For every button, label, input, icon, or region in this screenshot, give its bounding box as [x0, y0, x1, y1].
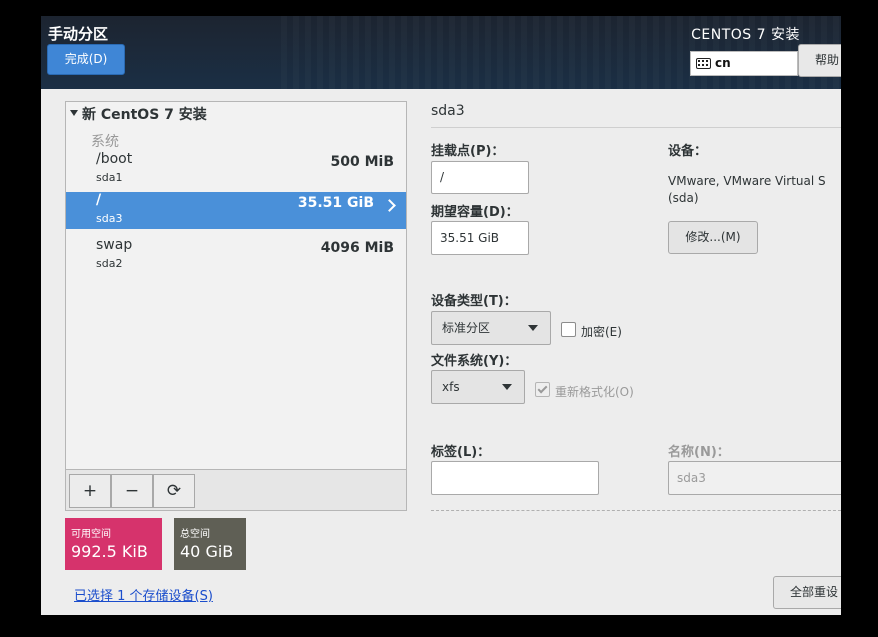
- reformat-checkbox[interactable]: [535, 382, 550, 397]
- encrypt-label[interactable]: 加密(E): [581, 323, 622, 340]
- partition-row-root[interactable]: / sda3 35.51 GiB: [66, 192, 406, 229]
- available-space-label: 可用空间: [71, 529, 111, 540]
- tag-input[interactable]: [431, 461, 599, 495]
- partition-size: 500 MiB: [330, 154, 395, 170]
- done-button[interactable]: 完成(D): [47, 44, 125, 75]
- device-description: VMware, VMware Virtual S (sda): [668, 174, 826, 205]
- chevron-down-icon: [528, 325, 538, 331]
- partition-device: sda2: [96, 257, 123, 270]
- partition-name-heading: sda3: [431, 103, 465, 119]
- mount-point-input[interactable]: /: [431, 161, 529, 194]
- installer-window: 手动分区 完成(D) CENTOS 7 安装 cn 帮助 新 CentOS 7 …: [41, 16, 841, 615]
- device-type-value: 标准分区: [442, 321, 491, 335]
- reset-all-button[interactable]: 全部重设: [773, 576, 841, 609]
- available-space-box: 可用空间 992.5 KiB: [65, 518, 162, 570]
- tree-root-label: 新 CentOS 7 安装: [82, 107, 207, 123]
- divider: [431, 127, 841, 128]
- expand-arrow-icon[interactable]: [70, 110, 78, 116]
- tag-label: 标签(L)：: [431, 445, 491, 460]
- total-space-box: 总空间 40 GiB: [174, 518, 246, 570]
- product-title: CENTOS 7 安装: [691, 27, 800, 43]
- name-label: 名称(N)：: [668, 445, 730, 460]
- partition-row-swap[interactable]: swap sda2 4096 MiB: [66, 237, 406, 274]
- header-bar: 手动分区 完成(D) CENTOS 7 安装 cn 帮助: [41, 16, 841, 89]
- total-space-label: 总空间: [180, 529, 210, 540]
- device-type-dropdown[interactable]: 标准分区: [431, 311, 551, 345]
- device-label: 设备：: [668, 144, 708, 159]
- filesystem-value: xfs: [442, 380, 460, 394]
- chevron-right-icon: [383, 199, 396, 212]
- partition-mount: /boot: [96, 151, 133, 167]
- tree-root[interactable]: 新 CentOS 7 安装: [70, 104, 207, 124]
- total-space-value: 40 GiB: [180, 542, 234, 561]
- mount-point-label: 挂载点(P)：: [431, 144, 505, 159]
- partition-size: 4096 MiB: [320, 240, 394, 256]
- refresh-button[interactable]: ⟳: [153, 474, 195, 508]
- chevron-down-icon: [502, 384, 512, 390]
- partition-toolbar: + − ⟳: [66, 469, 406, 510]
- help-button[interactable]: 帮助: [798, 44, 841, 77]
- reformat-label: 重新格式化(O): [555, 385, 634, 399]
- keyboard-layout-indicator[interactable]: cn: [690, 51, 798, 76]
- partition-device: sda3: [96, 212, 123, 225]
- add-partition-button[interactable]: +: [69, 474, 111, 508]
- page-title: 手动分区: [48, 25, 109, 43]
- device-type-label: 设备类型(T)：: [431, 294, 517, 309]
- desired-capacity-input[interactable]: 35.51 GiB: [431, 221, 529, 255]
- keyboard-icon: [696, 58, 711, 69]
- partition-device: sda1: [96, 171, 123, 184]
- partition-size: 35.51 GiB: [297, 195, 374, 211]
- available-space-value: 992.5 KiB: [71, 542, 148, 561]
- name-input: sda3: [668, 461, 841, 495]
- filesystem-dropdown[interactable]: xfs: [431, 370, 525, 404]
- partition-tree-panel: 新 CentOS 7 安装 系统 /boot sda1 500 MiB / sd…: [65, 101, 407, 511]
- partition-row-boot[interactable]: /boot sda1 500 MiB: [66, 151, 406, 188]
- dashed-divider: [431, 510, 841, 511]
- desired-capacity-label: 期望容量(D)：: [431, 205, 519, 220]
- remove-partition-button[interactable]: −: [111, 474, 153, 508]
- partition-mount: /: [96, 192, 102, 208]
- partition-mount: swap: [96, 237, 133, 253]
- keyboard-layout-label: cn: [715, 56, 731, 70]
- modify-device-button[interactable]: 修改...(M): [668, 221, 758, 254]
- encrypt-checkbox[interactable]: [561, 322, 576, 337]
- tree-group-label: 系统: [91, 134, 119, 150]
- storage-devices-link[interactable]: 已选择 1 个存储设备(S): [74, 585, 213, 604]
- filesystem-label: 文件系统(Y)：: [431, 354, 518, 369]
- check-icon: [537, 383, 548, 394]
